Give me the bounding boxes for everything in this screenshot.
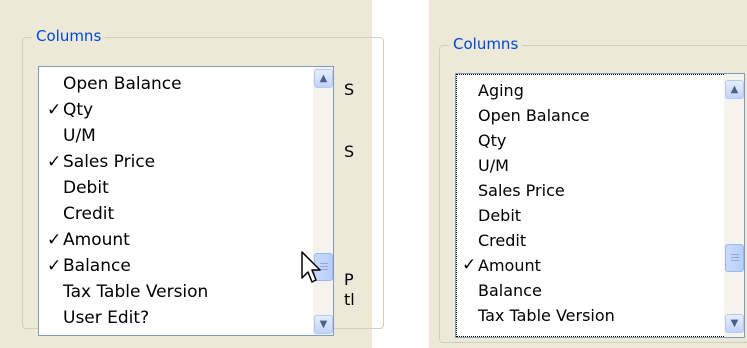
list-item-label: Amount [478,256,541,275]
list-item[interactable]: Qty [456,128,724,153]
list-item[interactable]: U/M [39,123,313,149]
vertical-scrollbar[interactable]: ▲ ▼ [724,74,744,337]
checkmark-icon: ✓ [462,255,477,275]
list-item[interactable]: Aging [456,78,724,103]
list-item[interactable]: ✓ Balance [39,253,313,279]
side-label-4: tl [344,290,355,309]
chevron-up-icon: ▲ [319,73,328,84]
chevron-down-icon: ▼ [319,319,328,330]
list-item-label: Qty [478,131,507,150]
list-item[interactable]: ✓ Amount [456,253,724,278]
list-item-label: Credit [478,231,527,250]
list-item-label: Sales Price [63,152,156,172]
list-item-label: Sales Price [478,181,565,200]
checkmark-icon: ✓ [47,100,62,120]
list-item[interactable]: ✓ Amount [39,227,313,253]
list-item[interactable]: User Edit? [39,305,313,331]
mouse-cursor-icon [301,251,321,283]
list-item[interactable]: ✓ Qty [39,97,313,123]
list-item[interactable]: Debit [456,203,724,228]
list-item[interactable]: Balance [456,278,724,303]
list-item-label: Tax Table Version [63,282,209,302]
scroll-up-button[interactable]: ▲ [725,80,744,99]
list-item-label: Balance [478,281,542,300]
list-item-label: User Edit? [63,308,150,328]
list-item[interactable]: Debit [39,175,313,201]
chevron-down-icon: ▼ [730,318,739,329]
list-item[interactable]: Credit [456,228,724,253]
list-item[interactable]: U/M [456,153,724,178]
scroll-down-button[interactable]: ▼ [725,314,744,333]
list-item[interactable]: Open Balance [456,103,724,128]
left-panel: Columns Open Balance ✓ Qty U/M ✓ Sales Price D… [0,0,384,348]
list-item-label: Open Balance [478,106,590,125]
columns-listbox[interactable]: Open Balance ✓ Qty U/M ✓ Sales Price Debit Cred… [38,66,334,336]
list-item-label: Open Balance [63,74,182,94]
list-item[interactable]: Tax Table Version [456,303,724,328]
list-item-label: Balance [63,256,131,276]
list-item-label: Amount [63,230,130,250]
vertical-scrollbar[interactable]: ▲ ▼ [313,67,333,335]
columns-listbox[interactable]: Aging Open Balance Qty U/M Sales Price Debit C… [455,73,745,338]
list-item-label: Credit [63,204,115,224]
checkmark-icon: ✓ [47,230,62,250]
chevron-up-icon: ▲ [730,84,739,95]
scroll-thumb[interactable] [725,244,744,272]
side-label-2: S [344,142,355,161]
list-item[interactable]: Sales Price [456,178,724,203]
columns-list-items: Aging Open Balance Qty U/M Sales Price Debit C… [456,78,724,328]
list-item[interactable]: Open Balance [39,71,313,97]
list-item[interactable]: ✓ Sales Price [39,149,313,175]
columns-list-items: Open Balance ✓ Qty U/M ✓ Sales Price Debit Cred… [39,71,313,331]
checkmark-icon: ✓ [47,152,62,172]
columns-group-title: Columns [449,35,523,53]
list-item-label: Qty [63,100,94,120]
right-panel: Columns Aging Open Balance Qty U/M Sales Pri… [429,0,747,348]
list-item-label: U/M [63,126,96,146]
columns-group-title: Columns [32,27,106,45]
list-item-label: Aging [478,81,524,100]
list-item-label: Debit [63,178,109,198]
list-item-label: Tax Table Version [478,306,615,325]
scroll-up-button[interactable]: ▲ [314,69,333,88]
scroll-down-button[interactable]: ▼ [314,315,333,334]
side-label-3: P [344,270,354,289]
checkmark-icon: ✓ [47,256,62,276]
list-item[interactable]: Tax Table Version [39,279,313,305]
list-item[interactable]: Credit [39,201,313,227]
list-item-label: U/M [478,156,509,175]
side-label-1: S [344,80,355,99]
list-item-label: Debit [478,206,522,225]
